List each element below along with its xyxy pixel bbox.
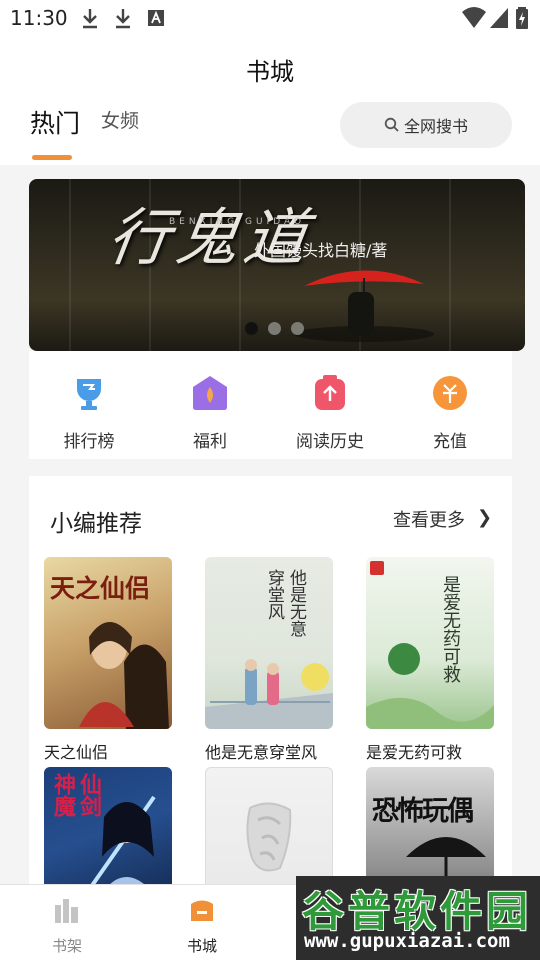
book-card[interactable]: 他是无意穿堂风 他是无意穿堂风 bbox=[205, 557, 333, 763]
section-title: 小编推荐 bbox=[50, 511, 142, 537]
umbrella-figure bbox=[294, 270, 434, 342]
book-card[interactable]: 是爱无药可救 是爱无药可救 bbox=[366, 557, 494, 763]
banner-author: 外国馒头找白糖/著 bbox=[254, 241, 388, 260]
book-cover[interactable]: 是爱无药可救 bbox=[366, 557, 494, 729]
nav-label: 书架 bbox=[51, 937, 82, 955]
book-cover[interactable]: 他是无意穿堂风 bbox=[205, 557, 333, 729]
wifi-icon bbox=[462, 7, 486, 28]
nav-label: 书城 bbox=[186, 937, 217, 955]
status-time: 11:30 bbox=[10, 6, 68, 30]
quick-link-recharge[interactable]: 充值 bbox=[395, 373, 505, 452]
search-label: 全网搜书 bbox=[403, 117, 468, 136]
page-title: 书城 bbox=[246, 58, 294, 86]
cover-title: 恐怖玩偶 bbox=[372, 796, 474, 827]
see-more-link[interactable]: 查看更多 bbox=[393, 506, 465, 532]
quick-link-welfare[interactable]: 福利 bbox=[155, 373, 265, 452]
quick-link-label: 充值 bbox=[433, 432, 467, 452]
cover-title: 是爱无药可救 bbox=[440, 575, 461, 683]
watermark-url: www.gupuxiazai.com bbox=[304, 930, 510, 952]
book-cover[interactable]: 天之仙侣 bbox=[44, 557, 172, 729]
tab-female[interactable]: 女频 bbox=[101, 106, 139, 133]
cover-title: 天之仙侣 bbox=[50, 574, 151, 603]
trophy-icon bbox=[77, 379, 101, 410]
download-icon bbox=[83, 9, 97, 29]
history-icon bbox=[315, 375, 345, 410]
battery-icon bbox=[516, 7, 528, 29]
quick-link-ranking[interactable]: 排行榜 bbox=[34, 373, 144, 452]
bookshelf-icon bbox=[55, 899, 78, 923]
gift-icon bbox=[193, 376, 227, 410]
book-title: 天之仙侣 bbox=[44, 743, 109, 762]
quick-link-label: 排行榜 bbox=[63, 432, 115, 452]
quick-link-label: 福利 bbox=[193, 432, 227, 452]
search-icon bbox=[384, 117, 399, 132]
keyboard-a-icon bbox=[148, 10, 164, 26]
bookstore-icon bbox=[191, 900, 213, 921]
signal-icon bbox=[490, 8, 508, 28]
banner-dot[interactable] bbox=[245, 322, 258, 335]
search-button[interactable]: 全网搜书 bbox=[340, 102, 512, 148]
status-bar: 11:30 bbox=[0, 0, 540, 36]
download-icon bbox=[116, 9, 130, 29]
tab-indicator bbox=[32, 155, 72, 160]
recharge-icon bbox=[433, 376, 467, 410]
watermark: 谷普软件园 www.gupuxiazai.com bbox=[296, 876, 540, 960]
editor-recommend-section: 小编推荐 查看更多 ❯ 天之仙侣 天之仙侣 他是无意穿堂风 他是无意穿堂风 是爱… bbox=[29, 476, 512, 939]
tab-hot[interactable]: 热门 bbox=[30, 104, 80, 140]
banner-dots bbox=[245, 322, 304, 335]
banner-dot[interactable] bbox=[268, 322, 281, 335]
top-bar: 11:30 书城 热门 女频 全网搜书 bbox=[0, 0, 540, 165]
quick-link-label: 阅读历史 bbox=[296, 432, 364, 452]
cover-title: 他是无意穿堂风 bbox=[264, 569, 306, 637]
nav-bookshelf[interactable]: 书架 bbox=[27, 895, 107, 956]
nav-bookstore[interactable]: 书城 bbox=[162, 895, 242, 956]
book-title: 他是无意穿堂风 bbox=[205, 743, 318, 762]
quick-links: 排行榜 福利 阅读历史 充值 bbox=[29, 351, 512, 459]
book-card[interactable]: 天之仙侣 天之仙侣 bbox=[44, 557, 172, 763]
chevron-right-icon[interactable]: ❯ bbox=[477, 507, 492, 528]
banner-dot[interactable] bbox=[291, 322, 304, 335]
banner-pinyin: BENXING GUIDAO bbox=[169, 217, 306, 227]
book-title: 是爱无药可救 bbox=[366, 743, 463, 762]
quick-link-history[interactable]: 阅读历史 bbox=[275, 373, 385, 452]
